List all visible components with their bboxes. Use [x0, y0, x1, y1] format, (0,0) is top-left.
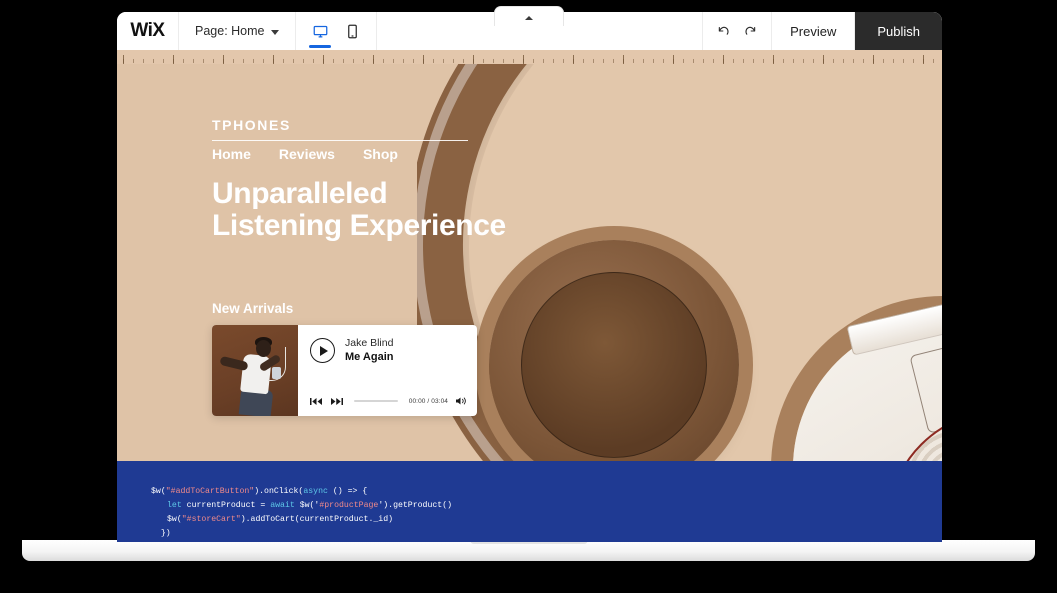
hero-headline-line-1: Unparalleled: [212, 178, 506, 210]
mobile-view-button[interactable]: [338, 12, 366, 50]
code-line: $w("#storeCart").addToCart(currentProduc…: [151, 513, 942, 527]
editor-canvas[interactable]: TPHONES Home Reviews Shop Unparalleled L…: [117, 50, 942, 473]
screenshot-root: WiX Page: Home: [0, 0, 1057, 593]
player-controls: 00:00 / 03:04: [310, 396, 467, 406]
track-title: Me Again: [345, 350, 394, 364]
site-hero-content: TPHONES Home Reviews Shop Unparalleled L…: [117, 50, 942, 473]
wix-logo[interactable]: WiX: [117, 12, 179, 50]
redo-arrow-icon[interactable]: [743, 24, 757, 38]
code-token: let: [167, 501, 182, 510]
active-view-indicator: [309, 45, 331, 48]
code-token: }): [151, 529, 171, 538]
code-token: ').getProduct(): [378, 501, 452, 510]
hero-headline[interactable]: Unparalleled Listening Experience: [212, 178, 506, 242]
desktop-view-button[interactable]: [306, 12, 334, 50]
code-token: () => {: [328, 487, 367, 496]
code-token: currentProduct =: [182, 501, 270, 510]
progress-bar[interactable]: [354, 400, 398, 402]
ruler-major-ticks: [123, 52, 942, 64]
new-arrivals-label[interactable]: New Arrivals: [212, 301, 293, 316]
preview-button[interactable]: Preview: [772, 12, 855, 50]
page-selector-label: Page: Home: [195, 24, 264, 38]
track-meta: Jake Blind Me Again: [345, 337, 394, 365]
brand-divider: [212, 140, 468, 141]
code-editor-panel[interactable]: $w("#addToCartButton").onClick(async () …: [117, 473, 942, 542]
track-artist: Jake Blind: [345, 337, 394, 350]
code-token: "#storeCart": [182, 515, 241, 524]
desktop-view-icon: [313, 24, 328, 39]
code-line: $w("#addToCartButton").onClick(async () …: [151, 485, 942, 499]
code-line: }): [151, 527, 942, 541]
history-controls: [703, 12, 772, 50]
play-triangle: [320, 346, 328, 356]
mobile-view-icon: [347, 24, 358, 39]
editor-ruler[interactable]: [117, 50, 942, 64]
code-token: $w(: [167, 515, 182, 524]
handheld-device: [272, 367, 281, 379]
laptop-base: [22, 540, 1035, 561]
code-token: #productPage: [319, 501, 378, 510]
site-nav: Home Reviews Shop: [212, 146, 398, 162]
chevron-down-icon: [271, 30, 279, 35]
site-brand[interactable]: TPHONES: [212, 117, 291, 133]
player-body: Jake Blind Me Again: [298, 325, 477, 416]
code-token: ).onClick(: [254, 487, 303, 496]
publish-button[interactable]: Publish: [855, 12, 942, 50]
play-button-icon[interactable]: [310, 338, 335, 363]
code-token: async: [303, 487, 328, 496]
volume-icon[interactable]: [455, 396, 467, 406]
code-token: ).addToCart(currentProduct._id): [241, 515, 393, 524]
code-token: "#addToCartButton": [166, 487, 254, 496]
player-track-row: Jake Blind Me Again: [310, 337, 465, 365]
code-token: $w(': [295, 501, 320, 510]
code-token: $w(: [151, 487, 166, 496]
timecode-label: 00:00 / 03:04: [409, 398, 448, 405]
nav-item-shop[interactable]: Shop: [363, 146, 398, 162]
album-artwork: [212, 325, 298, 416]
hero-headline-line-2: Listening Experience: [212, 210, 506, 242]
undo-arrow-icon[interactable]: [717, 24, 731, 38]
viewport-toggle-group: [296, 12, 377, 50]
previous-track-icon[interactable]: [310, 397, 323, 406]
page-selector[interactable]: Page: Home: [179, 12, 296, 50]
chevron-up-icon: [525, 16, 533, 20]
code-token: await: [270, 501, 295, 510]
nav-item-reviews[interactable]: Reviews: [279, 146, 335, 162]
nav-item-home[interactable]: Home: [212, 146, 251, 162]
code-line: let currentProduct = await $w('#productP…: [151, 499, 942, 513]
code-editor-content[interactable]: $w("#addToCartButton").onClick(async () …: [117, 473, 942, 541]
next-track-icon[interactable]: [330, 397, 343, 406]
music-player-widget[interactable]: Jake Blind Me Again: [212, 325, 477, 416]
panel-collapse-tab[interactable]: [494, 6, 564, 26]
